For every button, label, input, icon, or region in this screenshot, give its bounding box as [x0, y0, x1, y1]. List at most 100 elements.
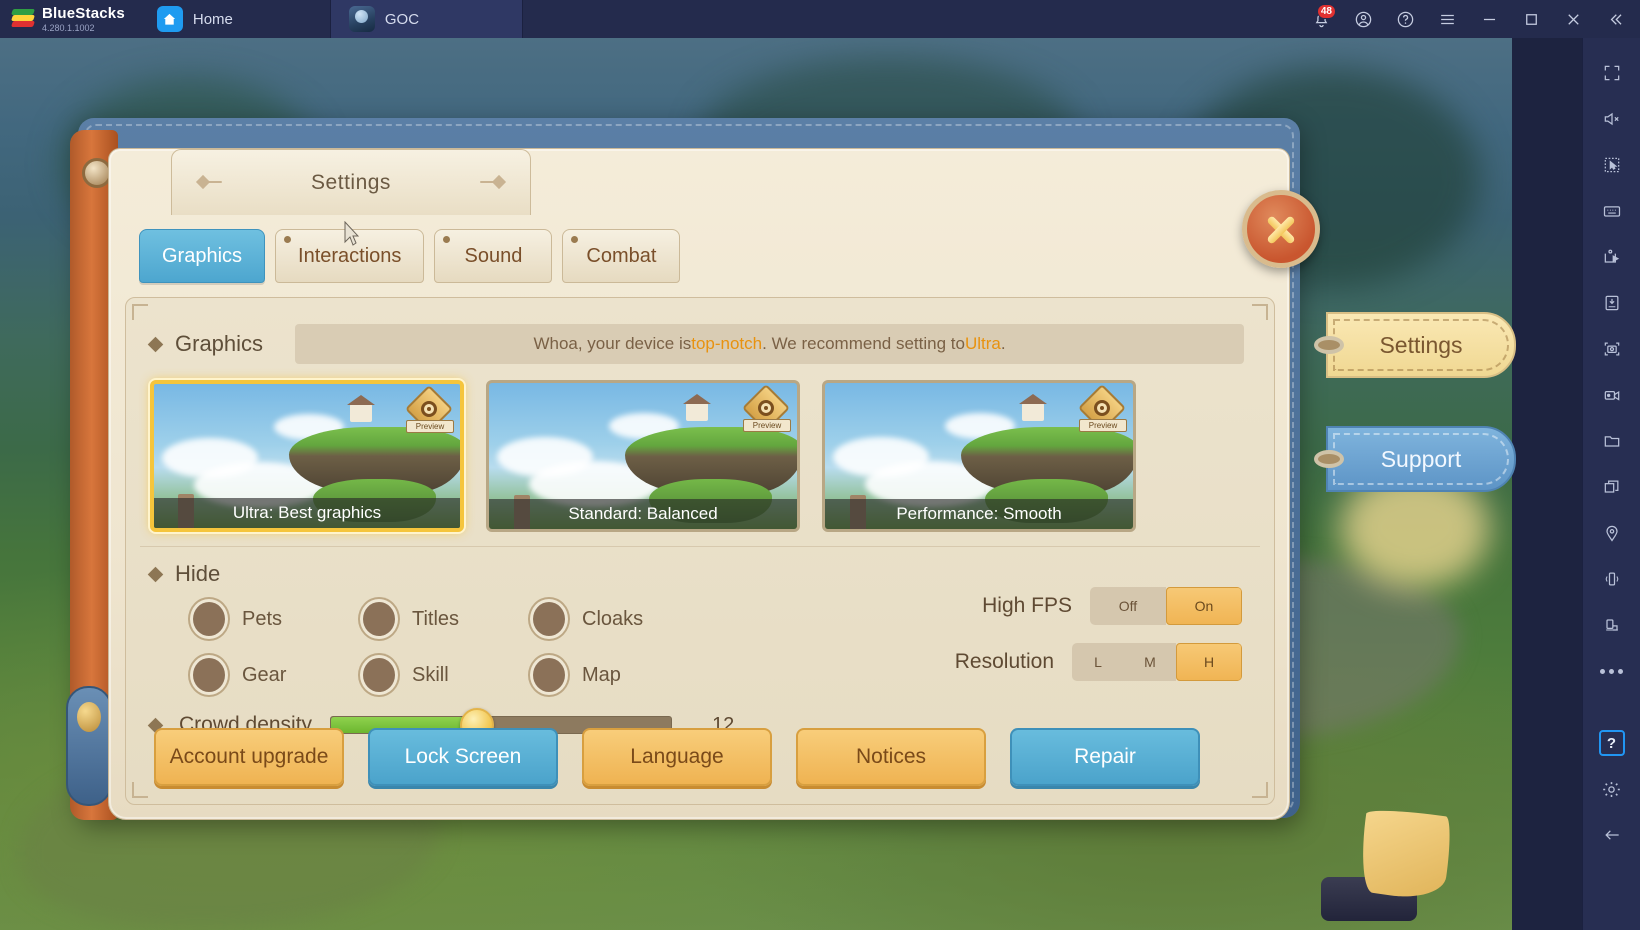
- account-upgrade-button[interactable]: Account upgrade: [154, 728, 344, 786]
- graphics-section-title: Graphics: [175, 331, 264, 356]
- hide-checkbox-gear[interactable]: Gear: [190, 655, 360, 695]
- checkbox-icon: [360, 655, 398, 695]
- titlebar-controls: 48: [1302, 0, 1640, 38]
- flag-ring-icon: [1314, 450, 1344, 468]
- graphics-card-standard[interactable]: Preview Standard: Balanced: [486, 380, 800, 532]
- side-tab-settings[interactable]: Settings: [1314, 312, 1516, 378]
- checkbox-label: Gear: [242, 663, 287, 686]
- window-tab-goc[interactable]: GOC: [330, 0, 523, 38]
- eye-icon: [1094, 400, 1110, 416]
- corner-ornament: [132, 304, 148, 320]
- brand-name: BlueStacks: [42, 4, 125, 22]
- flag-ring-icon: [1314, 336, 1344, 354]
- resolution-option-h[interactable]: H: [1176, 643, 1242, 681]
- preview-badge: Preview: [741, 383, 791, 435]
- macro-icon[interactable]: [1590, 234, 1634, 280]
- titlebar-spacer: [523, 0, 1302, 38]
- corner-ornament: [132, 782, 148, 798]
- quill-decoration: [1315, 805, 1455, 925]
- install-apk-icon[interactable]: [1590, 280, 1634, 326]
- tab-pin-icon: [443, 236, 451, 243]
- card-label: Performance: Smooth: [825, 499, 1133, 529]
- tab-label: Graphics: [162, 244, 243, 267]
- checkbox-label: Pets: [242, 607, 283, 630]
- help-button[interactable]: [1386, 0, 1424, 38]
- settings-window: Settings Graphics Interactions Sound Com…: [66, 90, 1516, 921]
- display-options: High FPS Off On Resolution L M H: [850, 561, 1264, 695]
- graphics-card-ultra[interactable]: Preview Ultra: Best graphics: [150, 380, 464, 532]
- help-label: ?: [1598, 730, 1625, 756]
- keyboard-controls-icon[interactable]: [1590, 188, 1634, 234]
- hide-checkbox-skill[interactable]: Skill: [360, 655, 530, 695]
- mute-icon[interactable]: [1590, 96, 1634, 142]
- collapse-sidebar-button[interactable]: [1596, 0, 1634, 38]
- feather-art: [1355, 805, 1455, 903]
- rec-text-3: .: [1000, 334, 1006, 353]
- maximize-button[interactable]: [1512, 0, 1550, 38]
- window-tab-home[interactable]: Home: [139, 0, 331, 38]
- multi-instance-icon[interactable]: [1590, 464, 1634, 510]
- close-button[interactable]: [1242, 190, 1320, 268]
- high-fps-row: High FPS Off On: [982, 587, 1242, 625]
- settings-gear-icon[interactable]: [1590, 766, 1634, 812]
- menu-button[interactable]: [1428, 0, 1466, 38]
- hide-checkbox-cloaks[interactable]: Cloaks: [530, 599, 700, 639]
- location-icon[interactable]: [1590, 510, 1634, 556]
- hide-checkbox-titles[interactable]: Titles: [360, 599, 530, 639]
- tab-combat[interactable]: Combat: [562, 229, 681, 283]
- fullscreen-icon[interactable]: [1590, 50, 1634, 96]
- graphics-section-header: Graphics Whoa, your device is top-notch.…: [147, 324, 1250, 364]
- record-icon[interactable]: [1590, 372, 1634, 418]
- folder-icon[interactable]: [1590, 418, 1634, 464]
- resolution-option-l[interactable]: L: [1072, 643, 1124, 681]
- house-art: [1019, 394, 1048, 422]
- notifications-button[interactable]: 48: [1302, 0, 1340, 38]
- preview-badge-label: Preview: [743, 419, 791, 432]
- more-icon[interactable]: [1590, 648, 1634, 694]
- high-fps-option-off[interactable]: Off: [1090, 587, 1166, 625]
- tab-label: GOC: [384, 10, 420, 28]
- preview-badge-label: Preview: [406, 420, 454, 433]
- bluestacks-logo-icon: [11, 8, 35, 30]
- close-window-button[interactable]: [1554, 0, 1592, 38]
- ribbon-ornament-left: [195, 174, 224, 190]
- cursor-select-icon[interactable]: [1590, 142, 1634, 188]
- high-fps-segmented: Off On: [1090, 587, 1242, 625]
- graphics-card-performance[interactable]: Preview Performance: Smooth: [822, 380, 1136, 532]
- page-title: Settings: [311, 170, 391, 194]
- eye-icon: [421, 401, 437, 417]
- hide-checkbox-map[interactable]: Map: [530, 655, 700, 695]
- rec-highlight-2: Ultra: [964, 334, 1001, 353]
- notices-button[interactable]: Notices: [796, 728, 986, 786]
- language-button[interactable]: Language: [582, 728, 772, 786]
- app-root: Settings Graphics Interactions Sound Com…: [0, 0, 1640, 930]
- side-tab-support[interactable]: Support: [1314, 426, 1516, 492]
- house-art: [683, 394, 712, 422]
- bullet-icon: [147, 336, 164, 352]
- help-icon[interactable]: ?: [1590, 720, 1634, 766]
- back-arrow-icon[interactable]: [1590, 812, 1634, 858]
- house-art: [346, 395, 375, 423]
- hide-checkbox-pets[interactable]: Pets: [190, 599, 360, 639]
- shake-icon[interactable]: [1590, 556, 1634, 602]
- game-icon: [348, 6, 375, 32]
- minimize-button[interactable]: [1470, 0, 1508, 38]
- resolution-label: Resolution: [954, 650, 1054, 673]
- notification-badge: 48: [1316, 4, 1336, 19]
- rec-text-1: Whoa, your device is: [533, 334, 692, 353]
- corner-ornament: [1252, 782, 1268, 798]
- tab-interactions[interactable]: Interactions: [275, 229, 425, 283]
- rotate-icon[interactable]: [1590, 602, 1634, 648]
- resolution-option-m[interactable]: M: [1124, 643, 1176, 681]
- tab-graphics[interactable]: Graphics: [139, 229, 266, 283]
- rec-text-2: . We recommend setting to: [762, 334, 965, 353]
- lock-screen-button[interactable]: Lock Screen: [368, 728, 558, 786]
- home-icon: [156, 6, 183, 32]
- account-button[interactable]: [1344, 0, 1382, 38]
- screenshot-icon[interactable]: [1590, 326, 1634, 372]
- side-tab-label: Settings: [1379, 331, 1463, 358]
- close-icon: [1262, 210, 1300, 248]
- repair-button[interactable]: Repair: [1010, 728, 1200, 786]
- high-fps-option-on[interactable]: On: [1166, 587, 1242, 625]
- tab-sound[interactable]: Sound: [434, 229, 553, 283]
